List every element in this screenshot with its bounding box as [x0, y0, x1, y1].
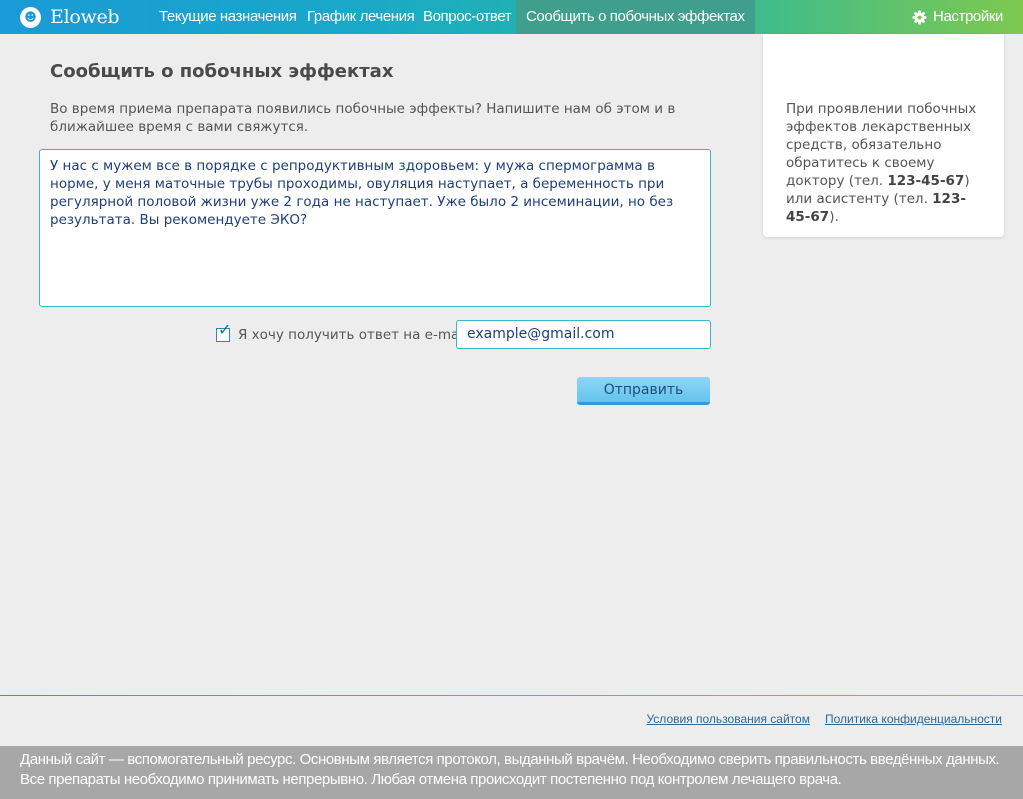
logo[interactable]: ☻ Eloweb	[20, 5, 120, 29]
nav-item-report-side-effects[interactable]: Сообщить о побочных эффектах	[516, 0, 755, 34]
logo-text: Eloweb	[50, 6, 120, 28]
page-title: Сообщить о побочных эффектах	[50, 61, 394, 82]
gear-icon	[912, 9, 927, 25]
info-card: При проявлении побочных эффектов лекарст…	[763, 34, 1004, 237]
nav-item-current-prescriptions[interactable]: Текущие назначения	[159, 0, 297, 34]
nav-item-treatment-schedule[interactable]: График лечения	[307, 0, 415, 34]
info-text: При проявлении побочных эффектов лекарст…	[786, 100, 986, 226]
submit-button[interactable]: Отправить	[577, 377, 710, 405]
nav-item-questions-answers[interactable]: Вопрос-ответ	[423, 0, 512, 34]
doctor-phone: 123-45-67	[887, 173, 965, 189]
message-textarea[interactable]: У нас с мужем все в порядке с репродукти…	[39, 149, 711, 307]
logo-icon: ☻	[20, 6, 41, 28]
email-checkbox[interactable]: ✓	[216, 321, 231, 342]
disclaimer-text: Данный сайт — вспомогательный ресурс. Ос…	[0, 746, 1023, 799]
intro-text: Во время приема препарата появились побо…	[50, 101, 676, 135]
terms-of-use-link[interactable]: Условия пользования сайтом	[646, 712, 809, 726]
footer-divider	[0, 695, 1023, 696]
privacy-policy-link[interactable]: Политика конфиденциальности	[825, 712, 1002, 726]
settings-label: Настройки	[933, 8, 1003, 25]
email-checkbox-row: ✓ Я хочу получить ответ на e-mail:	[216, 320, 471, 349]
top-navigation-bar: ☻ Eloweb Текущие назначения График лечен…	[0, 0, 1023, 34]
settings-link[interactable]: Настройки	[912, 0, 1003, 34]
email-checkbox-label: Я хочу получить ответ на e-mail:	[238, 326, 472, 343]
checkmark-icon: ✓	[218, 319, 232, 339]
footer-links: Условия пользования сайтом Политика конф…	[646, 712, 1002, 726]
info-text-part-3: ).	[829, 209, 839, 225]
email-field[interactable]: example@gmail.com	[456, 320, 711, 349]
